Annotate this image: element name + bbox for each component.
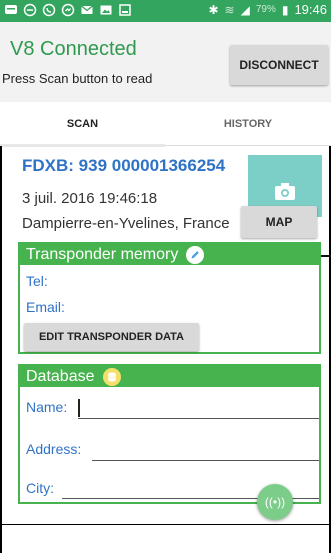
database-panel: Database Name: Address: City: <box>18 364 321 504</box>
bluetooth-icon: ✱ <box>208 2 219 17</box>
chat-icon <box>61 3 75 17</box>
message-icon <box>4 3 18 17</box>
tab-history[interactable]: HISTORY <box>165 102 331 146</box>
transponder-memory-header: Transponder memory <box>20 244 319 265</box>
email-label: Email: <box>26 299 65 315</box>
email-icon <box>80 3 94 17</box>
database-header: Database <box>20 366 319 387</box>
screenshot-icon <box>118 3 132 17</box>
edit-transponder-data-button[interactable]: EDIT TRANSPONDER DATA <box>24 323 199 351</box>
pencil-icon[interactable] <box>186 245 205 264</box>
minus-circle-icon <box>23 3 37 17</box>
transponder-memory-title: Transponder memory <box>26 245 179 263</box>
map-button[interactable]: MAP <box>241 206 317 238</box>
transponder-memory-panel: Transponder memory Tel: Email: EDIT TRAN… <box>18 242 321 354</box>
left-border <box>0 146 2 553</box>
clock: 19:46 <box>294 2 327 17</box>
address-input[interactable] <box>92 460 319 461</box>
scan-date: 3 juil. 2016 19:46:18 <box>22 190 158 207</box>
transponder-id: FDXB: 939 000001366254 <box>22 156 226 175</box>
page-subtitle: Press Scan button to read <box>2 71 153 86</box>
app-screen: ✱ ≋ ◢ 79% ▮ 19:46 V8 Connected Press Sca… <box>0 0 331 553</box>
app-header: V8 Connected Press Scan button to read D… <box>0 22 331 102</box>
address-label: Address: <box>26 441 82 457</box>
page-title: V8 Connected <box>10 38 137 60</box>
name-label: Name: <box>26 399 68 415</box>
nfc-scan-button[interactable]: ((•)) <box>257 484 293 520</box>
signal-icon: ◢ <box>240 2 250 17</box>
tab-indicator <box>0 144 165 147</box>
database-title: Database <box>26 367 95 385</box>
battery-percent: 79% <box>255 4 276 15</box>
bottom-divider <box>0 524 331 525</box>
wifi-icon: ≋ <box>224 2 235 17</box>
database-icon <box>102 367 121 386</box>
leader-line <box>321 255 331 257</box>
system-status: ✱ ≋ ◢ 79% ▮ 19:46 <box>208 2 327 17</box>
whatsapp-icon <box>42 3 56 17</box>
tab-scan[interactable]: SCAN <box>0 102 165 146</box>
tel-label: Tel: <box>26 273 48 289</box>
tab-bar: SCAN HISTORY <box>0 102 331 147</box>
camera-icon <box>275 183 295 200</box>
name-input[interactable] <box>78 418 319 419</box>
scan-location: Dampierre-en-Yvelines, France <box>22 215 230 232</box>
nfc-icon: ((•)) <box>264 495 286 509</box>
city-label: City: <box>26 480 54 496</box>
notification-icons <box>4 3 132 17</box>
status-bar: ✱ ≋ ◢ 79% ▮ 19:46 <box>0 0 331 22</box>
battery-icon: ▮ <box>281 2 289 17</box>
disconnect-button[interactable]: DISCONNECT <box>230 45 328 85</box>
gallery-icon <box>99 3 113 17</box>
text-cursor <box>78 399 80 417</box>
